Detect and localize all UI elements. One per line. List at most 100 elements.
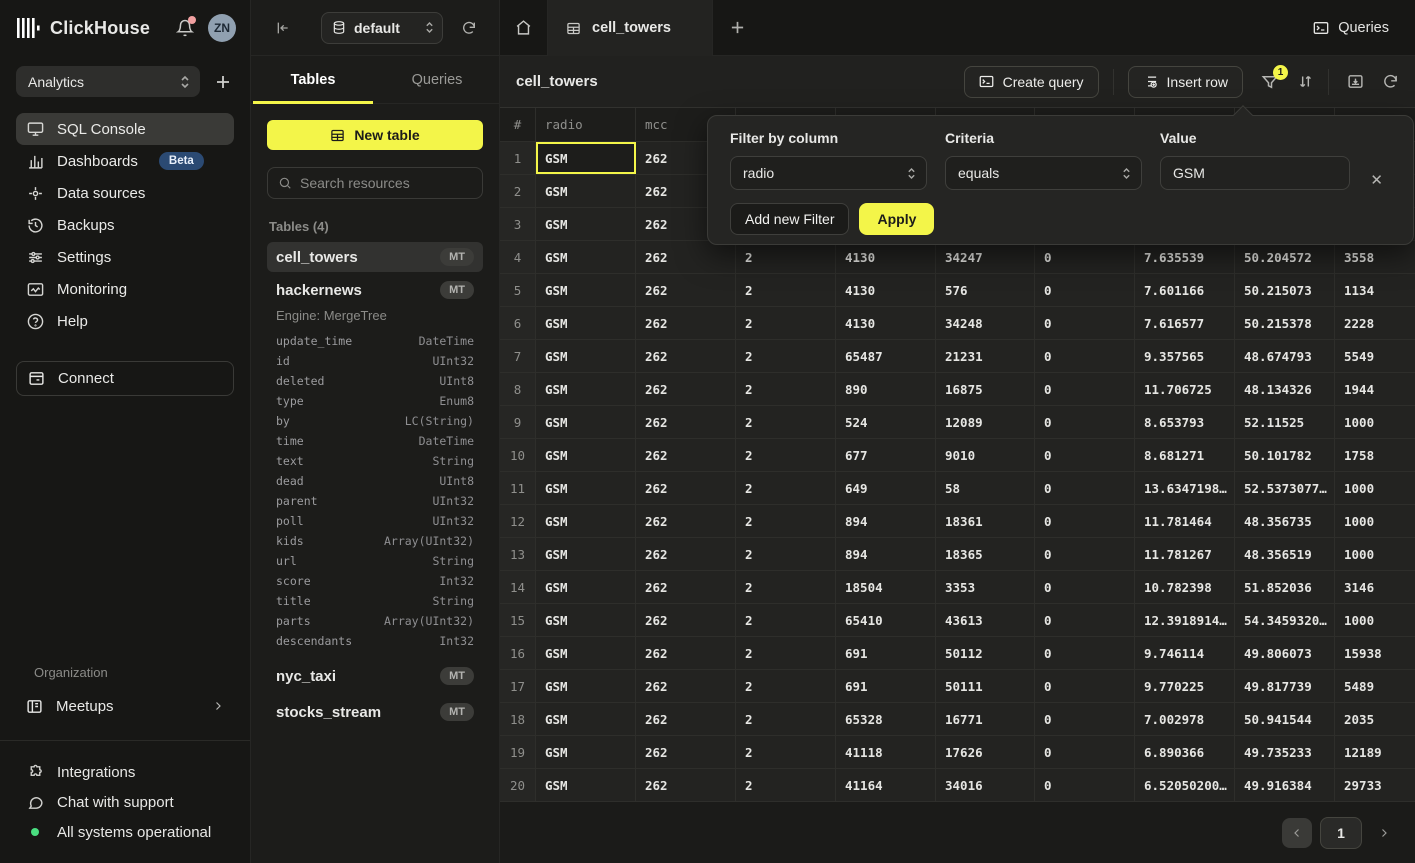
grid-cell[interactable]: 50.215378 (1235, 307, 1335, 339)
grid-cell[interactable]: 262 (636, 241, 736, 273)
grid-cell[interactable]: 4130 (836, 241, 936, 273)
grid-cell[interactable]: 8.653793 (1135, 406, 1235, 438)
grid-cell[interactable]: 2 (736, 505, 836, 537)
grid-cell[interactable]: GSM (536, 703, 636, 735)
database-select[interactable]: default (321, 12, 443, 44)
grid-cell[interactable]: 262 (636, 538, 736, 570)
grid-cell[interactable]: 262 (636, 340, 736, 372)
grid-cell[interactable]: 2 (736, 670, 836, 702)
system-status-item[interactable]: All systems operational (16, 817, 234, 847)
grid-cell[interactable]: 0 (1035, 340, 1135, 372)
grid-cell[interactable]: 1000 (1335, 472, 1415, 504)
grid-cell[interactable]: 2 (736, 340, 836, 372)
grid-cell[interactable]: 2 (736, 274, 836, 306)
grid-cell[interactable]: 29733 (1335, 769, 1415, 801)
grid-cell[interactable]: 12.3918914… (1135, 604, 1235, 636)
grid-cell[interactable]: GSM (536, 571, 636, 603)
grid-cell[interactable]: 691 (836, 637, 936, 669)
refresh-tables-icon[interactable] (461, 20, 477, 36)
grid-cell[interactable]: 2 (736, 538, 836, 570)
grid-cell[interactable]: 9010 (936, 439, 1035, 471)
grid-cell[interactable]: 0 (1035, 769, 1135, 801)
grid-cell[interactable]: 10.782398 (1135, 571, 1235, 603)
grid-cell[interactable]: 8.681271 (1135, 439, 1235, 471)
grid-cell[interactable]: 2228 (1335, 307, 1415, 339)
grid-cell[interactable]: 6.890366 (1135, 736, 1235, 768)
grid-cell[interactable]: GSM (536, 241, 636, 273)
grid-cell[interactable]: 1000 (1335, 505, 1415, 537)
grid-cell[interactable]: 0 (1035, 373, 1135, 405)
grid-cell[interactable]: 262 (636, 406, 736, 438)
grid-cell[interactable]: 48.356519 (1235, 538, 1335, 570)
grid-cell[interactable]: 1000 (1335, 538, 1415, 570)
tab-tables[interactable]: Tables (251, 56, 375, 103)
grid-cell[interactable]: 0 (1035, 736, 1135, 768)
grid-cell[interactable]: 0 (1035, 274, 1135, 306)
refresh-button[interactable] (1382, 73, 1399, 90)
grid-cell[interactable]: 262 (636, 769, 736, 801)
grid-cell[interactable]: GSM (536, 373, 636, 405)
grid-header-cell[interactable]: # (500, 108, 536, 141)
grid-cell[interactable]: GSM (536, 175, 636, 207)
grid-cell[interactable]: 18365 (936, 538, 1035, 570)
notifications-bell-icon[interactable] (176, 19, 194, 37)
grid-cell[interactable]: 2 (736, 241, 836, 273)
table-item-cell-towers[interactable]: cell_towers MT (267, 242, 483, 272)
filter-criteria-select[interactable]: equals (945, 156, 1142, 190)
sidebar-item-dashboards[interactable]: Dashboards Beta (16, 145, 234, 177)
grid-cell[interactable]: 50.941544 (1235, 703, 1335, 735)
grid-cell[interactable]: 7.601166 (1135, 274, 1235, 306)
sidebar-item-sql-console[interactable]: SQL Console (16, 113, 234, 145)
grid-cell[interactable]: GSM (536, 274, 636, 306)
grid-cell[interactable]: 262 (636, 505, 736, 537)
grid-cell[interactable]: GSM (536, 736, 636, 768)
grid-cell[interactable]: 2 (736, 472, 836, 504)
grid-cell[interactable]: GSM (536, 637, 636, 669)
filter-column-select[interactable]: radio (730, 156, 927, 190)
grid-cell[interactable]: 50.204572 (1235, 241, 1335, 273)
sidebar-item-backups[interactable]: Backups (16, 209, 234, 241)
grid-cell[interactable]: 2 (736, 769, 836, 801)
sidebar-item-settings[interactable]: Settings (16, 241, 234, 273)
grid-cell[interactable]: 0 (1035, 703, 1135, 735)
add-new-filter-button[interactable]: Add new Filter (730, 203, 849, 235)
sort-button[interactable] (1297, 73, 1314, 90)
grid-cell[interactable]: 49.916384 (1235, 769, 1335, 801)
grid-cell[interactable]: 691 (836, 670, 936, 702)
create-query-button[interactable]: Create query (964, 66, 1099, 98)
grid-cell[interactable]: 11.781464 (1135, 505, 1235, 537)
sidebar-item-data-sources[interactable]: Data sources (16, 177, 234, 209)
tab-cell-towers[interactable]: cell_towers (548, 0, 713, 56)
grid-cell[interactable]: 48.674793 (1235, 340, 1335, 372)
home-button[interactable] (500, 0, 548, 55)
grid-cell[interactable]: 18504 (836, 571, 936, 603)
grid-cell[interactable]: 43613 (936, 604, 1035, 636)
grid-cell[interactable]: 13.6347198… (1135, 472, 1235, 504)
grid-cell[interactable]: 16875 (936, 373, 1035, 405)
grid-cell[interactable]: 890 (836, 373, 936, 405)
grid-cell[interactable]: 15938 (1335, 637, 1415, 669)
grid-cell[interactable]: 7.002978 (1135, 703, 1235, 735)
grid-cell[interactable]: 1758 (1335, 439, 1415, 471)
grid-cell[interactable]: 262 (636, 373, 736, 405)
grid-cell[interactable]: 3558 (1335, 241, 1415, 273)
grid-cell[interactable]: 4130 (836, 307, 936, 339)
grid-cell[interactable]: 262 (636, 571, 736, 603)
apply-filter-button[interactable]: Apply (859, 203, 934, 235)
grid-cell[interactable]: 2 (736, 637, 836, 669)
grid-cell[interactable]: 3353 (936, 571, 1035, 603)
tab-queries[interactable]: Queries (375, 56, 499, 103)
sidebar-item-integrations[interactable]: Integrations (16, 757, 234, 787)
table-item-hackernews[interactable]: hackernews MT (267, 275, 483, 305)
workspace-select[interactable]: Analytics (16, 66, 200, 97)
grid-cell[interactable]: 0 (1035, 439, 1135, 471)
add-workspace-button[interactable] (212, 74, 234, 90)
grid-cell[interactable]: GSM (536, 472, 636, 504)
remove-filter-icon[interactable]: ✕ (1370, 171, 1383, 189)
queries-button[interactable]: Queries (1287, 0, 1415, 55)
grid-cell[interactable]: 3146 (1335, 571, 1415, 603)
grid-cell[interactable]: 2 (736, 307, 836, 339)
grid-cell[interactable]: 18361 (936, 505, 1035, 537)
grid-cell[interactable]: 34247 (936, 241, 1035, 273)
grid-cell[interactable]: 5489 (1335, 670, 1415, 702)
